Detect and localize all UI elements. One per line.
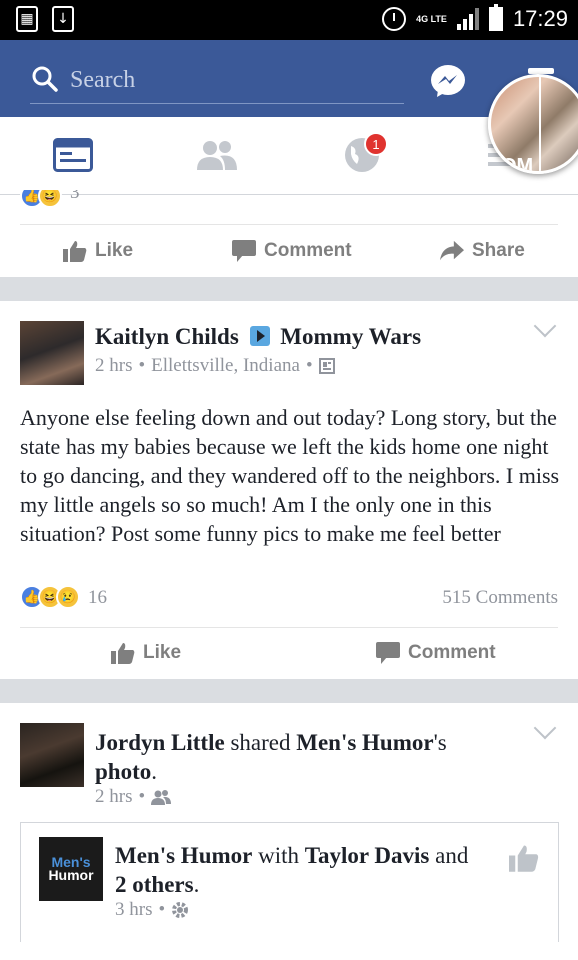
post-body: Anyone else feeling down and out today? …	[20, 405, 560, 546]
network-type: 4G LTE	[416, 13, 447, 24]
author-name[interactable]: Kaitlyn Childs	[95, 324, 239, 349]
share-button[interactable]: Share	[440, 240, 525, 262]
shared-header: Men's Humor with Taylor Davis and 2 othe…	[115, 841, 475, 899]
post-meta: 2 hrs • Ellettsville, Indiana •	[95, 355, 335, 377]
comments-count[interactable]: 515 Comments	[442, 587, 558, 609]
battery-icon	[488, 4, 503, 31]
post-options-chevron-icon[interactable]	[533, 716, 557, 740]
shared-post-card[interactable]: Men's Humor Men's Humor with Taylor Davi…	[20, 822, 559, 942]
object-link[interactable]: photo	[95, 759, 151, 784]
news-feed-icon	[53, 138, 93, 172]
post-actions: Like Comment	[0, 627, 578, 679]
comment-icon	[376, 642, 400, 664]
tab-friend-requests[interactable]	[195, 135, 239, 175]
notification-badge: 1	[364, 132, 388, 156]
avatar[interactable]	[20, 723, 84, 787]
logo-line2: Humor	[48, 867, 94, 883]
meta-dot: •	[158, 899, 166, 920]
thumbs-up-icon	[63, 241, 87, 262]
signal-icon	[456, 8, 479, 30]
post-time[interactable]: 2 hrs	[95, 786, 132, 808]
post-time[interactable]: 3 hrs	[115, 899, 152, 921]
feed-separator	[0, 277, 578, 301]
with-text: with	[258, 843, 299, 868]
like-label: Like	[95, 240, 134, 261]
tab-news-feed[interactable]	[51, 135, 95, 175]
status-bar: ▦ ↓ 4G LTE 17:29	[0, 0, 578, 40]
comment-button[interactable]: Comment	[376, 642, 496, 664]
post-counts: 👍 😆 😢 16 515 Comments	[20, 585, 560, 615]
feed-separator	[0, 679, 578, 703]
haha-reaction-icon: 😆	[38, 190, 62, 208]
shared-meta: 3 hrs •	[115, 899, 189, 921]
meta-dot: •	[138, 355, 146, 376]
post-header: Kaitlyn Childs Mommy Wars	[95, 324, 421, 350]
like-label: Like	[143, 642, 182, 663]
period: .	[151, 759, 157, 784]
post-header: Jordyn Little shared Men's Humor's photo…	[95, 728, 455, 786]
like-button[interactable]: Like	[111, 642, 181, 664]
alarm-icon	[382, 7, 407, 31]
search-box[interactable]	[30, 60, 404, 104]
meta-dot: •	[305, 355, 313, 376]
prev-post-reactions[interactable]: 👍 😆 3	[20, 190, 80, 208]
post-meta: 2 hrs •	[95, 786, 172, 808]
comment-label: Comment	[408, 642, 496, 663]
search-input[interactable]	[70, 64, 390, 96]
reaction-summary[interactable]: 👍 😆 😢 16	[20, 585, 107, 611]
thumbs-up-icon	[111, 643, 135, 664]
comment-button[interactable]: Comment	[232, 240, 352, 262]
photo-bubble[interactable]: OM	[488, 74, 578, 174]
meta-dot: •	[138, 786, 146, 807]
search-icon	[32, 66, 58, 92]
and-text: and	[435, 843, 469, 868]
gear-icon	[172, 902, 189, 918]
page-name[interactable]: Men's Humor	[115, 843, 252, 868]
share-icon	[440, 240, 464, 261]
mens-humor-logo: Men's Humor	[39, 837, 103, 901]
avatar[interactable]	[20, 321, 84, 385]
post-location[interactable]: Ellettsville, Indiana	[151, 355, 300, 377]
comment-icon	[232, 240, 256, 262]
share-label: Share	[472, 240, 525, 261]
like-page-icon[interactable]	[509, 843, 539, 873]
page-name[interactable]: Men's Humor	[296, 730, 433, 755]
possessive: 's	[433, 730, 447, 755]
clock: 17:29	[512, 6, 568, 31]
group-name[interactable]: Mommy Wars	[280, 324, 421, 349]
sad-reaction-icon: 😢	[56, 585, 80, 609]
sim-card-icon: ▦	[16, 6, 38, 32]
download-icon: ↓	[52, 6, 74, 32]
comment-label: Comment	[264, 240, 352, 261]
prev-reaction-count: 3	[70, 190, 80, 203]
shared-text: shared	[230, 730, 291, 755]
like-button[interactable]: Like	[63, 240, 133, 262]
post-options-chevron-icon[interactable]	[533, 314, 557, 338]
reaction-count: 16	[88, 587, 107, 608]
others-link[interactable]: 2 others	[115, 872, 194, 897]
period: .	[193, 872, 200, 897]
prev-post-actions: Like Comment Share	[0, 225, 578, 277]
friends-icon	[197, 141, 237, 170]
author-name[interactable]: Jordyn Little	[95, 730, 225, 755]
arrow-right-icon	[249, 326, 270, 346]
friends-privacy-icon	[151, 790, 172, 805]
tagged-name[interactable]: Taylor Davis	[305, 843, 430, 868]
post-time[interactable]: 2 hrs	[95, 355, 132, 377]
closed-group-icon	[318, 358, 335, 374]
messenger-icon[interactable]	[430, 64, 466, 98]
